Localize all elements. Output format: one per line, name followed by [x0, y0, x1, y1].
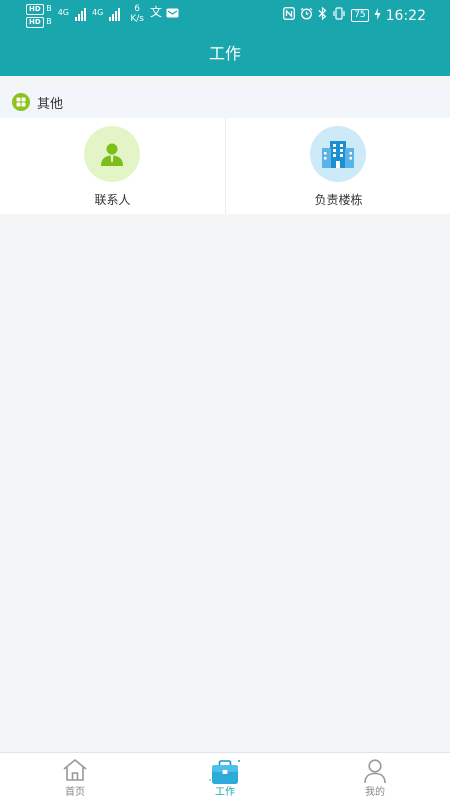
speed-unit: K/s	[130, 14, 144, 24]
tab-mine[interactable]: 我的	[300, 753, 450, 800]
bluetooth-icon	[318, 6, 327, 24]
hd-badge: HD	[26, 17, 44, 28]
clock-time: 16:22	[385, 7, 426, 24]
user-icon	[364, 759, 386, 784]
hd-badge: HD	[26, 4, 44, 15]
grid-item-buildings[interactable]: 负责楼栋	[225, 118, 450, 214]
page-title: 工作	[208, 44, 241, 63]
status-bar-left: HD B HD B 4G 4G 6 K/s 文	[26, 4, 179, 28]
hd-sub-label: B	[46, 4, 52, 13]
network-type-label: 4G	[92, 8, 104, 17]
tab-label: 首页	[65, 787, 85, 798]
bottom-tab-bar: 首页 工作 我的	[0, 752, 450, 800]
hd-sub-label: B	[46, 17, 52, 26]
hd-indicators: HD B HD B	[26, 4, 52, 28]
nfc-icon	[283, 7, 296, 24]
briefcase-icon	[209, 760, 240, 784]
status-bar-right: 75 16:22	[283, 6, 426, 24]
home-icon	[63, 759, 87, 781]
charging-icon	[374, 7, 381, 24]
vibrate-icon	[332, 7, 346, 24]
app-header: 工作	[0, 32, 450, 76]
contact-person-icon	[84, 126, 140, 182]
grid-item-label: 联系人	[94, 193, 131, 207]
function-grid: 联系人 负责楼栋	[0, 118, 450, 214]
grid-icon	[12, 93, 30, 111]
network-type-label: 4G	[57, 8, 70, 17]
signal-icon	[75, 7, 87, 21]
alarm-icon	[300, 7, 313, 24]
tab-work[interactable]: 工作	[150, 753, 300, 800]
battery-icon: 75	[351, 9, 369, 22]
section-header: 其他	[0, 86, 450, 118]
tab-label: 我的	[365, 787, 385, 798]
speed-value: 6	[134, 4, 140, 14]
message-icon	[166, 8, 179, 19]
grid-item-label: 负责楼栋	[314, 193, 363, 207]
tab-home[interactable]: 首页	[0, 753, 150, 800]
status-bar: HD B HD B 4G 4G 6 K/s 文 75 16:22	[0, 0, 450, 32]
network-speed: 6 K/s	[130, 4, 144, 24]
grid-item-contacts[interactable]: 联系人	[0, 118, 225, 214]
translate-icon: 文	[149, 5, 162, 19]
section-title: 其他	[37, 96, 64, 112]
signal-icon	[109, 7, 121, 21]
building-icon	[310, 126, 366, 182]
tab-label: 工作	[215, 787, 235, 798]
